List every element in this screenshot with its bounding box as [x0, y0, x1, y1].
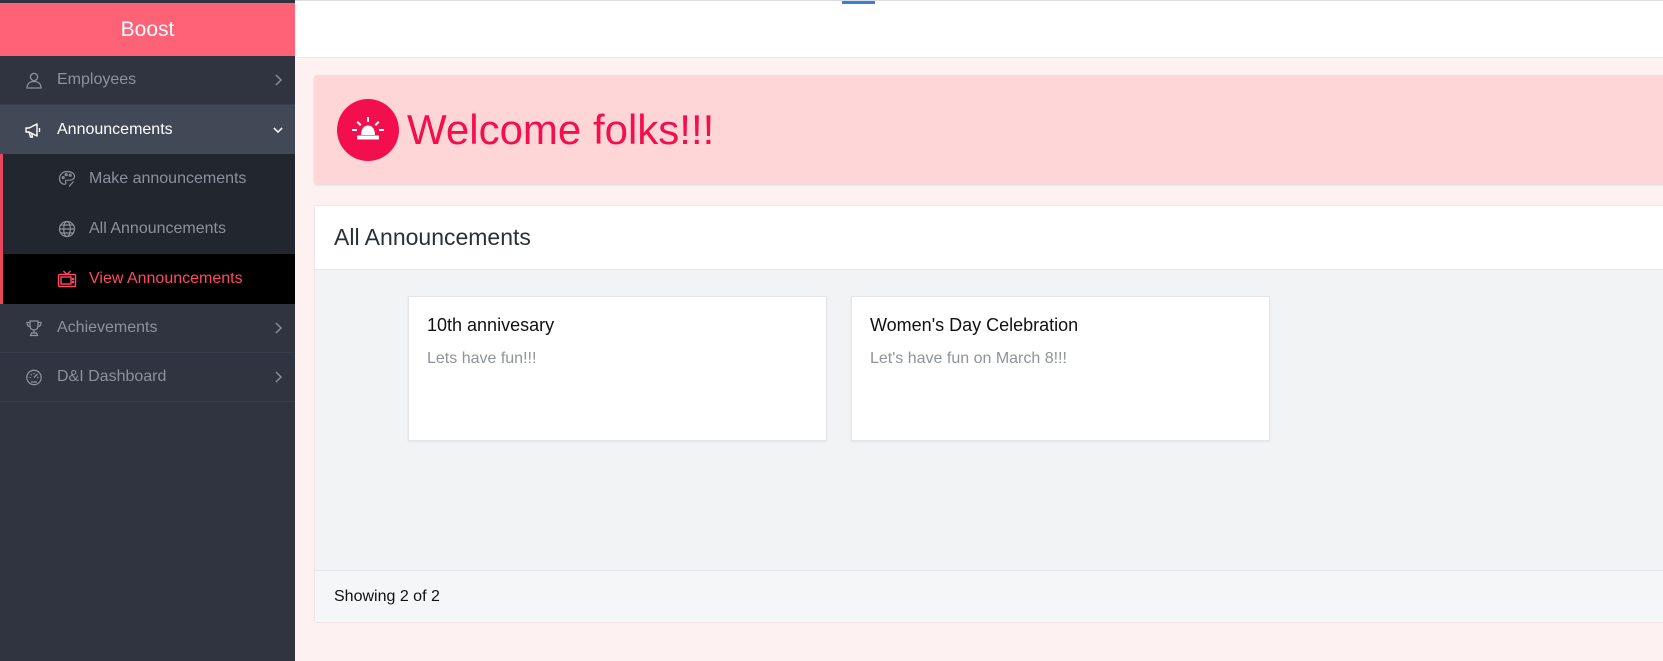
chevron-right-icon: [273, 322, 283, 334]
pagination-status: Showing 2 of 2: [315, 570, 1663, 622]
announcement-card[interactable]: Women's Day Celebration Let's have fun o…: [851, 296, 1270, 441]
sidebar-item-label: Announcements: [57, 120, 173, 138]
sidebar-item-announcements[interactable]: Announcements: [0, 105, 295, 154]
sidebar: Boost Employees Announcements Make annou…: [0, 0, 295, 661]
sidebar-item-achievements[interactable]: Achievements: [0, 304, 295, 353]
welcome-banner: Welcome folks!!!: [314, 75, 1663, 184]
sidebar-item-label: D&I Dashboard: [57, 368, 167, 385]
announcement-card[interactable]: 10th annivesary Lets have fun!!!: [408, 296, 827, 441]
sub-item-label: View Announcements: [89, 270, 243, 287]
sidebar-item-label: Employees: [57, 71, 137, 88]
top-bar-indicator: [842, 1, 875, 4]
siren-icon: [337, 98, 399, 161]
sidebar-item-view-announcements[interactable]: View Announcements: [3, 254, 295, 304]
tv-icon: [57, 269, 77, 289]
palette-icon: [57, 169, 77, 189]
top-bar: [295, 0, 1663, 58]
card-title: 10th annivesary: [427, 315, 555, 335]
panel-title: All Announcements: [315, 206, 1663, 270]
user-icon: [24, 70, 44, 90]
chevron-right-icon: [273, 74, 283, 86]
globe-icon: [57, 219, 77, 239]
sub-item-label: Make announcements: [89, 170, 247, 187]
card-title: Women's Day Celebration: [870, 315, 1079, 335]
welcome-title: Welcome folks!!!: [407, 105, 715, 153]
dashboard-icon: [24, 367, 44, 387]
brand-logo[interactable]: Boost: [0, 3, 295, 56]
sidebar-item-label: Achievements: [57, 319, 158, 336]
card-description: Lets have fun!!!: [427, 350, 537, 367]
announcements-submenu: Make announcements All Announcements Vie…: [0, 154, 295, 304]
chevron-right-icon: [273, 371, 283, 383]
announcements-panel: All Announcements 10th annivesary Lets h…: [315, 206, 1663, 622]
sub-item-label: All Announcements: [89, 220, 226, 237]
sidebar-item-di-dashboard[interactable]: D&I Dashboard: [0, 353, 295, 402]
sidebar-nav: Employees Announcements Make announcemen…: [0, 56, 295, 402]
sidebar-item-make-announcements[interactable]: Make announcements: [3, 154, 295, 204]
card-description: Let's have fun on March 8!!!: [870, 350, 1067, 367]
chevron-down-icon: [273, 125, 283, 135]
trophy-icon: [24, 318, 44, 338]
main-content: Welcome folks!!! All Announcements 10th …: [295, 58, 1663, 661]
sidebar-item-employees[interactable]: Employees: [0, 56, 295, 105]
megaphone-icon: [24, 120, 44, 140]
sidebar-item-all-announcements[interactable]: All Announcements: [3, 204, 295, 254]
